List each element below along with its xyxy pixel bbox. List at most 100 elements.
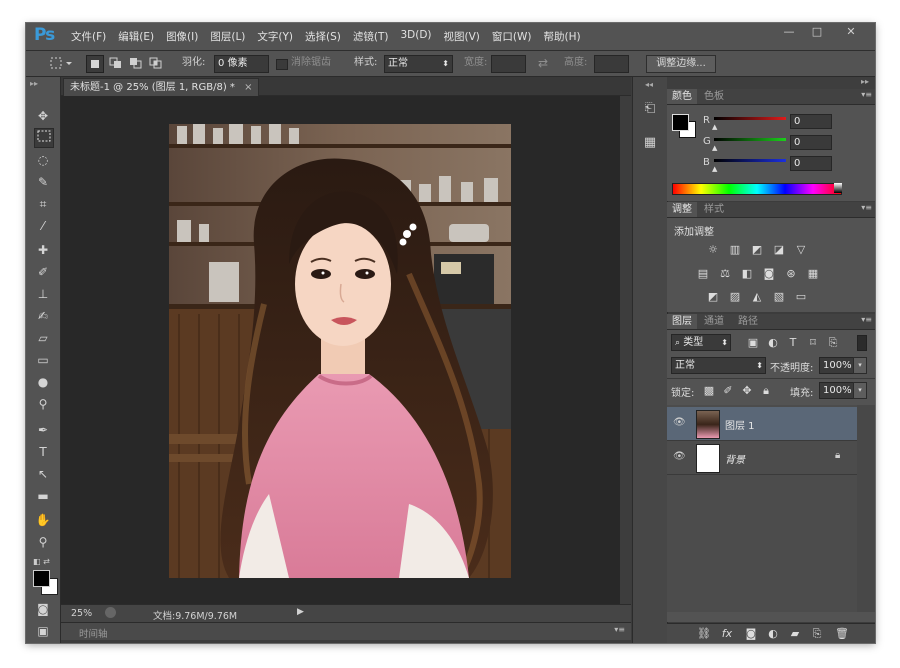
marquee-tool-icon[interactable] bbox=[34, 128, 54, 148]
blend-mode-select[interactable]: 正常 ⬍ bbox=[671, 357, 766, 374]
delete-layer-icon[interactable]: 🗑︎ bbox=[835, 628, 849, 640]
invert-icon[interactable]: ◩ bbox=[707, 291, 719, 303]
hue-saturation-icon[interactable]: ▤ bbox=[697, 268, 709, 280]
exposure-icon[interactable]: ◪ bbox=[773, 244, 785, 256]
minimize-button[interactable]: — bbox=[775, 23, 803, 43]
blue-slider-thumb-icon[interactable]: ▲ bbox=[712, 165, 717, 173]
layers-scrollbar[interactable] bbox=[857, 405, 875, 612]
filter-smart-object-icon[interactable]: ⎘ bbox=[827, 337, 839, 349]
black-white-icon[interactable]: ◧ bbox=[741, 268, 753, 280]
threshold-icon[interactable]: ◭ bbox=[751, 291, 763, 303]
timeline-menu-icon[interactable]: ▾≡ bbox=[614, 625, 625, 634]
fill-dropdown-icon[interactable]: ▾ bbox=[853, 382, 867, 399]
posterize-icon[interactable]: ▨ bbox=[729, 291, 741, 303]
green-slider-thumb-icon[interactable]: ▲ bbox=[712, 144, 717, 152]
new-selection-icon[interactable] bbox=[86, 55, 104, 73]
tab-adjustments[interactable]: 调整 bbox=[667, 202, 697, 217]
black-white-ramp[interactable] bbox=[834, 183, 842, 193]
adjustments-panel-menu-icon[interactable]: ▾≡ bbox=[861, 203, 872, 212]
menu-edit[interactable]: 编辑(E) bbox=[113, 29, 159, 44]
hand-tool-icon[interactable]: ✋ bbox=[34, 511, 52, 529]
swap-icon[interactable]: ⇄ bbox=[538, 55, 548, 71]
layer-filter-select[interactable]: ⌕ 类型 ⬍ bbox=[671, 334, 731, 351]
panel-collapse-bar[interactable]: ▸▸ bbox=[667, 77, 875, 89]
vibrance-icon[interactable]: ▽ bbox=[795, 244, 807, 256]
filter-shape-icon[interactable]: ⌑ bbox=[807, 337, 819, 349]
document-image[interactable] bbox=[169, 124, 511, 578]
menu-filter[interactable]: 滤镜(T) bbox=[348, 29, 394, 44]
new-group-icon[interactable]: ▰ bbox=[789, 628, 801, 640]
tab-swatches[interactable]: 色板 bbox=[699, 89, 729, 104]
lock-transparency-icon[interactable]: ▩ bbox=[703, 385, 715, 397]
antialias-checkbox[interactable] bbox=[276, 59, 288, 70]
visibility-eye-icon[interactable]: 👁︎ bbox=[673, 417, 686, 428]
eraser-tool-icon[interactable]: ▱ bbox=[34, 329, 52, 347]
marquee-tool-preset-icon[interactable] bbox=[48, 55, 74, 71]
levels-icon[interactable]: ▥ bbox=[729, 244, 741, 256]
default-colors-icon[interactable]: ◧ ⇄ bbox=[33, 557, 50, 566]
selective-color-icon[interactable]: ▧ bbox=[773, 291, 785, 303]
menu-type[interactable]: 文字(Y) bbox=[252, 29, 298, 44]
quick-select-tool-icon[interactable]: ✎ bbox=[34, 173, 52, 191]
menu-layer[interactable]: 图层(L) bbox=[205, 29, 250, 44]
history-panel-icon[interactable]: ⎗ bbox=[641, 101, 659, 123]
layers-panel-menu-icon[interactable]: ▾≡ bbox=[861, 315, 872, 324]
tab-styles[interactable]: 样式 bbox=[699, 202, 729, 217]
menu-image[interactable]: 图像(I) bbox=[161, 29, 203, 44]
zoom-tool-icon[interactable]: ⚲ bbox=[34, 533, 52, 551]
menu-window[interactable]: 窗口(W) bbox=[487, 29, 537, 44]
add-mask-icon[interactable]: ◙ bbox=[745, 628, 757, 640]
path-selection-tool-icon[interactable]: ↖ bbox=[34, 465, 52, 483]
healing-brush-tool-icon[interactable]: ✚ bbox=[34, 241, 52, 259]
intersect-selection-icon[interactable] bbox=[148, 55, 164, 71]
opacity-input[interactable]: 100% bbox=[819, 357, 854, 374]
width-input[interactable] bbox=[491, 55, 526, 73]
green-channel-input[interactable]: 0 bbox=[790, 135, 832, 150]
status-menu-arrow-icon[interactable]: ▶ bbox=[297, 607, 304, 617]
feather-input[interactable]: 0 像素 bbox=[214, 55, 269, 73]
collapse-panels-icon[interactable]: ▸▸ bbox=[861, 77, 869, 86]
tab-layers[interactable]: 图层 bbox=[667, 314, 697, 329]
properties-panel-icon[interactable]: ▦ bbox=[641, 135, 659, 155]
lock-position-icon[interactable]: ✥ bbox=[741, 385, 753, 397]
filter-toggle-switch[interactable] bbox=[857, 335, 867, 351]
move-tool-icon[interactable]: ✥ bbox=[34, 107, 52, 125]
gradient-tool-icon[interactable]: ▭ bbox=[34, 351, 52, 369]
lock-all-icon[interactable]: 🔒︎ bbox=[760, 385, 772, 397]
quick-mask-icon[interactable]: ◙ bbox=[34, 600, 52, 618]
refine-edge-button[interactable]: 调整边缘... bbox=[646, 55, 716, 73]
blue-channel-input[interactable]: 0 bbox=[790, 156, 832, 171]
document-tab-close-icon[interactable]: × bbox=[244, 82, 252, 93]
lasso-tool-icon[interactable]: ◌ bbox=[34, 151, 52, 169]
eyedropper-tool-icon[interactable]: ⁄ bbox=[34, 217, 52, 235]
color-balance-icon[interactable]: ⚖ bbox=[719, 268, 731, 280]
filter-adjustment-icon[interactable]: ◐ bbox=[767, 337, 779, 349]
history-brush-tool-icon[interactable]: ✍ bbox=[34, 307, 52, 325]
red-channel-slider[interactable] bbox=[714, 117, 786, 120]
link-layers-icon[interactable]: ⛓ bbox=[697, 628, 711, 640]
brush-tool-icon[interactable]: ✐ bbox=[34, 263, 52, 281]
tab-color[interactable]: 颜色 bbox=[667, 89, 697, 104]
color-foreground-swatch[interactable] bbox=[672, 114, 689, 131]
layer-name[interactable]: 图层 1 bbox=[725, 417, 755, 432]
visibility-eye-icon[interactable]: 👁︎ bbox=[673, 451, 686, 462]
green-channel-slider[interactable] bbox=[714, 138, 786, 141]
expand-dock-icon[interactable]: ◂◂ bbox=[645, 80, 653, 89]
maximize-button[interactable]: □ bbox=[803, 23, 831, 43]
subtract-selection-icon[interactable] bbox=[128, 55, 144, 71]
foreground-color-swatch[interactable] bbox=[33, 570, 50, 587]
menu-file[interactable]: 文件(F) bbox=[66, 29, 111, 44]
zoom-level[interactable]: 25% bbox=[71, 608, 92, 619]
gradient-map-icon[interactable]: ▭ bbox=[795, 291, 807, 303]
menu-view[interactable]: 视图(V) bbox=[439, 29, 485, 44]
document-tab[interactable]: 未标题-1 @ 25% (图层 1, RGB/8) * × bbox=[63, 78, 260, 96]
blue-channel-slider[interactable] bbox=[714, 159, 786, 162]
red-channel-input[interactable]: 0 bbox=[790, 114, 832, 129]
color-panel-menu-icon[interactable]: ▾≡ bbox=[861, 90, 872, 99]
screen-mode-icon[interactable]: ▣ bbox=[34, 622, 52, 640]
tab-paths[interactable]: 路径 bbox=[733, 314, 763, 329]
new-layer-icon[interactable]: ⎘ bbox=[811, 628, 823, 640]
filter-pixel-icon[interactable]: ▣ bbox=[747, 337, 759, 349]
type-tool-icon[interactable]: T bbox=[34, 443, 52, 461]
pen-tool-icon[interactable]: ✒ bbox=[34, 421, 52, 439]
